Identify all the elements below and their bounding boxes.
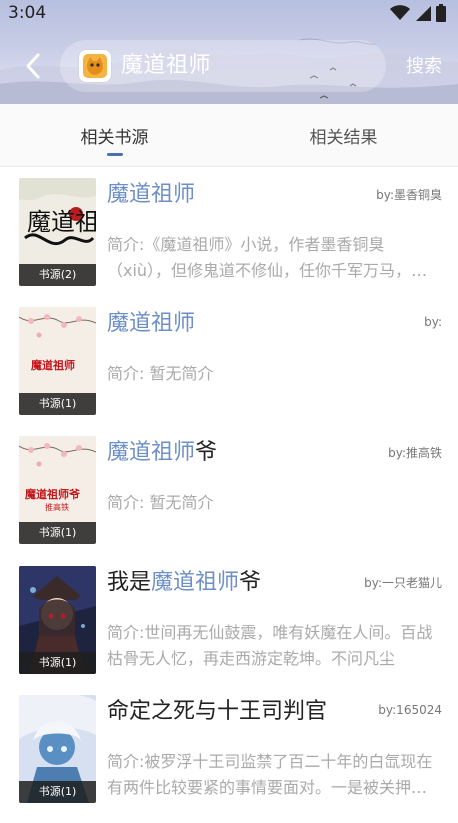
tab-related-sources[interactable]: 相关书源 bbox=[0, 104, 229, 166]
source-count-label: 书源(1) bbox=[19, 522, 96, 544]
book-author: by:墨香铜臭 bbox=[376, 188, 442, 202]
book-title: 魔道祖师 bbox=[107, 182, 196, 207]
book-description: 简介: 暂无简介 bbox=[107, 493, 214, 512]
list-item[interactable]: 魔道祖师 书源(1) 魔道祖师 by: 简介: 暂无简介 bbox=[0, 307, 458, 435]
active-tab-indicator bbox=[107, 153, 123, 156]
book-title: 我是魔道祖师爷 bbox=[107, 570, 262, 595]
book-title: 魔道祖师 bbox=[107, 311, 196, 336]
book-cover: 魔道祖师爷 推高铁 书源(1) bbox=[19, 436, 96, 544]
list-item[interactable]: 书源(1) 我是魔道祖师爷 by:一只老猫儿 简介:世间再无仙鼓震，唯有妖魔在人… bbox=[0, 566, 458, 694]
back-arrow-icon bbox=[26, 53, 40, 79]
source-count-label: 书源(1) bbox=[19, 652, 96, 674]
book-author: by:165024 bbox=[378, 703, 442, 717]
book-cover: 魔道祖师 书源(2) bbox=[19, 178, 96, 286]
wifi-icon bbox=[390, 5, 410, 20]
book-author: by:一只老猫儿 bbox=[364, 576, 442, 590]
source-count-label: 书源(2) bbox=[19, 264, 96, 286]
book-title: 魔道祖师爷 bbox=[107, 440, 218, 465]
top-bar: 3:04 魔道祖师 搜索 bbox=[0, 0, 458, 104]
book-title: 命定之死与十王司判官 bbox=[107, 699, 328, 724]
search-query-text[interactable]: 魔道祖师 bbox=[121, 50, 211, 82]
source-count-label: 书源(1) bbox=[19, 781, 96, 803]
cover-title-text: 魔道祖师 bbox=[31, 358, 75, 372]
book-description: 简介: 暂无简介 bbox=[107, 364, 214, 383]
book-cover: 魔道祖师 书源(1) bbox=[19, 307, 96, 415]
book-cover: 书源(1) bbox=[19, 695, 96, 803]
search-button[interactable]: 搜索 bbox=[406, 53, 442, 81]
app-logo-icon bbox=[79, 50, 111, 82]
battery-icon bbox=[436, 4, 446, 22]
book-description: 简介:《魔道祖师》小说，作者墨香铜臭（xiù），但修鬼道不修仙，任你千军万马，十… bbox=[107, 235, 428, 280]
list-item[interactable]: 魔道祖师爷 推高铁 书源(1) 魔道祖师爷 by:推高铁 简介: 暂无简介 bbox=[0, 436, 458, 564]
tab-bar: 相关书源 相关结果 bbox=[0, 104, 458, 167]
book-author: by: bbox=[424, 315, 442, 329]
tab-label: 相关书源 bbox=[80, 127, 149, 148]
back-button[interactable] bbox=[18, 50, 48, 82]
cover-author-text: 推高铁 bbox=[45, 502, 69, 512]
book-description: 简介:世间再无仙鼓震，唯有妖魔在人间。百战枯骨无人忆，再走西游定乾坤。不问凡尘 bbox=[107, 623, 433, 668]
status-icons bbox=[390, 4, 446, 22]
cover-title-text: 魔道祖师 bbox=[27, 208, 96, 236]
cover-title-text: 魔道祖师爷 bbox=[25, 487, 81, 501]
list-item[interactable]: 魔道祖师 书源(2) 魔道祖师 by:墨香铜臭 简介:《魔道祖师》小说，作者墨香… bbox=[0, 178, 458, 306]
book-author: by:推高铁 bbox=[388, 446, 442, 460]
book-description: 简介:被罗浮十王司监禁了百二十年的白氙现在有两件比较要紧的事情要面对。一是被关押… bbox=[107, 752, 433, 797]
status-time: 3:04 bbox=[8, 3, 47, 23]
source-count-label: 书源(1) bbox=[19, 393, 96, 415]
tab-label: 相关结果 bbox=[309, 127, 378, 148]
signal-icon bbox=[416, 6, 431, 21]
list-item[interactable]: 书源(1) 命定之死与十王司判官 by:165024 简介:被罗浮十王司监禁了百… bbox=[0, 695, 458, 823]
book-cover: 书源(1) bbox=[19, 566, 96, 674]
tab-related-results[interactable]: 相关结果 bbox=[229, 104, 458, 166]
